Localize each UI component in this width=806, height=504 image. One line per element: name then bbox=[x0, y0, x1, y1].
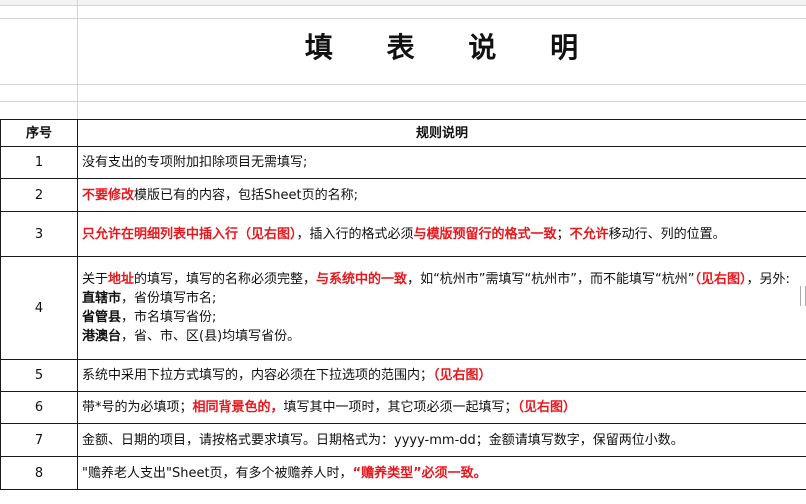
rule-description-cell[interactable]: 没有支出的专项附加扣除项目无需填写; bbox=[77, 146, 806, 179]
highlighted-text: 地址 bbox=[108, 272, 135, 287]
row-number-cell[interactable]: 4 bbox=[0, 256, 78, 360]
rule-text: 移动行、列的位置。 bbox=[608, 226, 726, 242]
bold-text: 港澳台 bbox=[82, 329, 122, 344]
table-row: 3 只允许在明细列表中插入行（见右图），插入行的格式必须与模版预留行的格式一致；不… bbox=[0, 211, 806, 257]
rule-text: 带*号的为必填项； bbox=[82, 400, 193, 415]
table-row: 5 系统中采用下拉方式填写的，内容必须在下拉选项的范围内；（见右图） bbox=[0, 359, 806, 392]
row-number-cell[interactable]: 2 bbox=[0, 178, 78, 212]
rule-text: 没有支出的专项附加扣除项目无需填写; bbox=[82, 155, 308, 170]
rule-text: 的填写，填写的名称必须完整， bbox=[134, 272, 317, 287]
row-number-cell[interactable]: 3 bbox=[0, 211, 78, 257]
highlighted-text: 不允许 bbox=[569, 226, 609, 242]
highlighted-text: 与模版预留行的格式一致 bbox=[413, 226, 557, 242]
rule-text: ； bbox=[556, 226, 570, 242]
row-number-cell[interactable]: 8 bbox=[0, 456, 78, 490]
table-row: 4 关于地址的填写，填写的名称必须完整，与系统中的一致，如“杭州市”需填写“杭州市… bbox=[0, 256, 806, 360]
rule-description-cell[interactable]: 带*号的为必填项；相同背景色的，填写其中一项时，其它项必须一起填写；（见右图） bbox=[77, 391, 806, 424]
rule-text: 模版已有的内容，包括Sheet页的名称; bbox=[134, 187, 358, 203]
sheet-title: 填 表 说 明 bbox=[304, 31, 601, 64]
rule-text: 金额、日期的项目，请按格式要求填写。日期格式为：yyyy-mm-dd；金额请填写… bbox=[82, 432, 684, 448]
rule-description-cell[interactable]: 只允许在明细列表中插入行（见右图），插入行的格式必须与模版预留行的格式一致；不允… bbox=[77, 211, 806, 257]
rule-text: ，插入行的格式必须 bbox=[296, 226, 414, 242]
header-seq[interactable]: 序号 bbox=[0, 119, 78, 147]
table-row: 2 不要修改模版已有的内容，包括Sheet页的名称; bbox=[0, 178, 806, 212]
highlighted-text: （见右图） bbox=[694, 272, 747, 287]
highlighted-text: 只允许在明细列表中插入行（见右图） bbox=[82, 226, 297, 242]
rule-description-cell[interactable]: 系统中采用下拉方式填写的，内容必须在下拉选项的范围内；（见右图） bbox=[77, 359, 806, 392]
rule-text: ，市名填写省份; bbox=[121, 310, 217, 325]
bold-text: 省管县 bbox=[82, 310, 122, 325]
row-number-cell[interactable]: 6 bbox=[0, 391, 78, 424]
highlighted-text: “赡养类型”必须一致。 bbox=[352, 465, 487, 481]
row-number-cell[interactable]: 7 bbox=[0, 423, 78, 457]
table-row: 6 带*号的为必填项；相同背景色的，填写其中一项时，其它项必须一起填写；（见右图） bbox=[0, 391, 806, 424]
highlighted-text: 不要修改 bbox=[82, 187, 135, 203]
table-row: 1 没有支出的专项附加扣除项目无需填写; bbox=[0, 146, 806, 179]
rules-table: 序号 规则说明 1 没有支出的专项附加扣除项目无需填写; 2 不要修改模版已有的内容，… bbox=[0, 119, 806, 490]
rule-text: ，如“杭州市”需填写“杭州市”，而不能填写“杭州” bbox=[407, 272, 695, 287]
header-rules[interactable]: 规则说明 bbox=[77, 119, 806, 147]
row-number-cell[interactable]: 5 bbox=[0, 359, 78, 392]
rule-text: ，另外: bbox=[746, 272, 790, 287]
rule-text: 填写其中一项时，其它项必须一起填写； bbox=[283, 400, 518, 415]
rule-description-cell[interactable]: 不要修改模版已有的内容，包括Sheet页的名称; bbox=[77, 178, 806, 212]
table-header-row: 序号 规则说明 bbox=[0, 119, 806, 147]
highlighted-text: 相同背景色的， bbox=[192, 400, 284, 415]
rule-description-cell[interactable]: 关于地址的填写，填写的名称必须完整，与系统中的一致，如“杭州市”需填写“杭州市”… bbox=[77, 256, 806, 360]
rule-text: 系统中采用下拉方式填写的，内容必须在下拉选项的范围内； bbox=[82, 368, 434, 383]
rule-text: "赡养老人支出"Sheet页，有多个被赡养人时， bbox=[82, 465, 353, 481]
rule-text: 关于 bbox=[82, 272, 109, 287]
highlighted-text: （见右图） bbox=[517, 400, 577, 415]
table-row: 8 "赡养老人支出"Sheet页，有多个被赡养人时，“赡养类型”必须一致。 bbox=[0, 456, 806, 490]
row-number-cell[interactable]: 1 bbox=[0, 146, 78, 179]
bold-text: 直辖市 bbox=[82, 291, 122, 306]
rule-description-cell[interactable]: 金额、日期的项目，请按格式要求填写。日期格式为：yyyy-mm-dd；金额请填写… bbox=[77, 423, 806, 457]
table-row: 7 金额、日期的项目，请按格式要求填写。日期格式为：yyyy-mm-dd；金额请填… bbox=[0, 423, 806, 457]
highlighted-text: （见右图） bbox=[433, 368, 492, 383]
rule-text: ，省份填写市名; bbox=[121, 291, 217, 306]
row-divider bbox=[0, 101, 806, 102]
rule-text: ，省、市、区(县)均填写省份。 bbox=[121, 329, 301, 344]
highlighted-text: 与系统中的一致 bbox=[316, 272, 408, 287]
toolbar-edge bbox=[0, 0, 806, 6]
rule-description-cell[interactable]: "赡养老人支出"Sheet页，有多个被赡养人时，“赡养类型”必须一致。 bbox=[77, 456, 806, 490]
row-divider bbox=[0, 84, 806, 85]
scrollbar-handle[interactable] bbox=[800, 286, 806, 306]
